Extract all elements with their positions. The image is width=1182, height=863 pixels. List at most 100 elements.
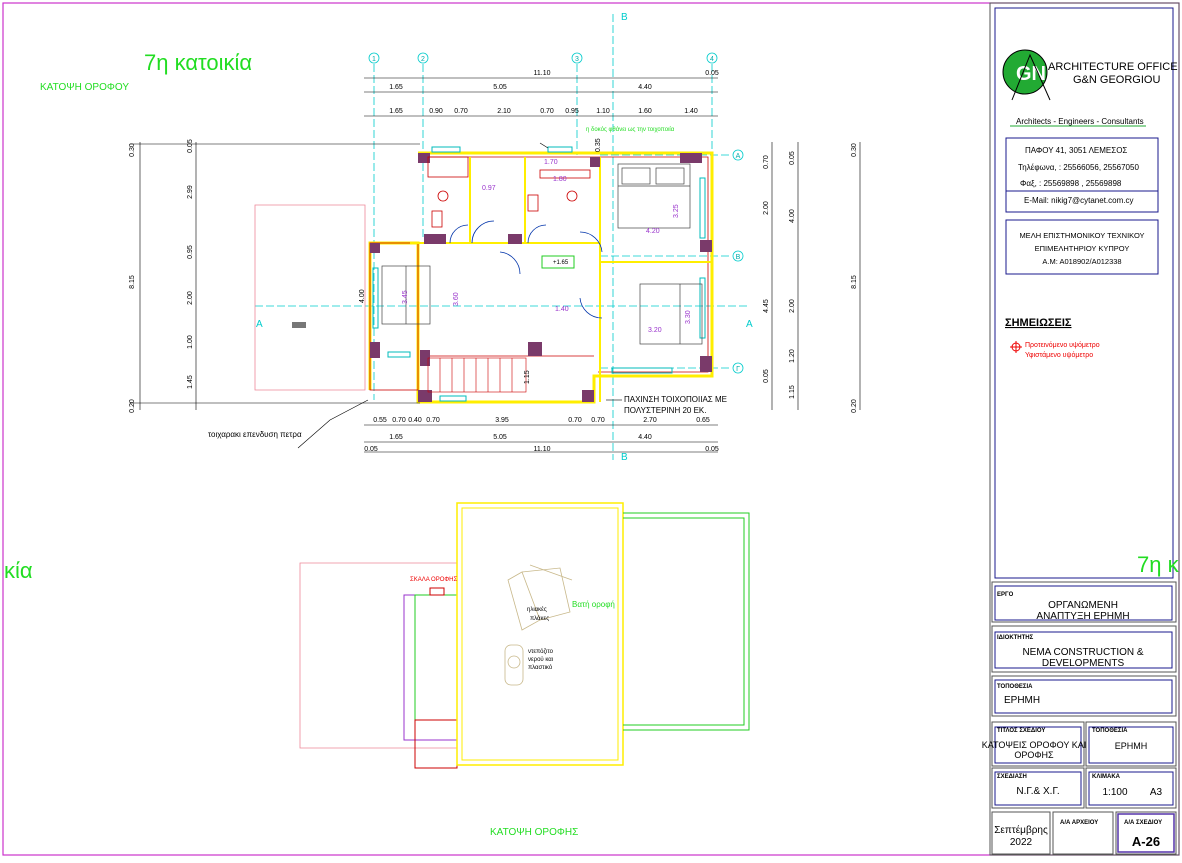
dim-top-b5: 0.70	[540, 108, 554, 115]
dim-top-a3: 4.40	[638, 84, 652, 91]
grid-label-4: 4	[710, 56, 714, 63]
dim-top-b3: 0.70	[454, 108, 468, 115]
location2-label: ΤΟΠΟΘΕΣΙΑ	[1092, 728, 1128, 734]
room-dim-13: 0.35	[595, 138, 602, 152]
dim-top-b9: 1.40	[684, 108, 698, 115]
dim-left-a2: 8.15	[129, 275, 136, 289]
dim-right-c3: 0.20	[851, 399, 858, 413]
location-value: ΕΡΗΜΗ	[1004, 695, 1040, 706]
dim-bot-end-2: 0.05	[705, 446, 719, 453]
dim-right-b2: 4.00	[789, 209, 796, 223]
level-symbol-icon	[1010, 341, 1022, 353]
dim-top-b8: 1.60	[638, 108, 652, 115]
dim-top-a2: 5.05	[493, 84, 507, 91]
roof-plan-label: ΚΑΤΟΨΗ ΟΡΟΦΗΣ	[490, 827, 578, 838]
title-block: GN ARCHITECTURE OFFICE G&N GEORGIOU Arch…	[982, 2, 1180, 856]
dim-left-b6: 1.45	[187, 375, 194, 389]
roof-tank-2: νερού και	[528, 657, 554, 663]
dim-bot-a1: 0.55	[373, 417, 387, 424]
beds	[381, 163, 703, 345]
dim-bot-b1: 1.65	[389, 434, 403, 441]
bathroom-fixtures	[427, 156, 591, 228]
note-proposed: Προτεινόμενο υψόμετρο	[1025, 341, 1100, 349]
dim-left-a3: 0.20	[129, 399, 136, 413]
room-dim-8: 1.40	[555, 306, 569, 313]
dim-left-a1: 0.30	[129, 143, 136, 157]
project-line-1: ΟΡΓΑΝΩΜΕΝΗ	[1048, 600, 1118, 611]
dim-bot-a9: 0.65	[696, 417, 710, 424]
section-b-top: B	[621, 12, 628, 23]
chamber-line-3: A.M: A018902/A012338	[1042, 257, 1121, 266]
owner-line-2: DEVELOPMENTS	[1042, 658, 1125, 669]
floor-plan-label: ΚΑΤΟΨΗ ΟΡΟΦΟΥ	[40, 82, 129, 93]
room-dim-9: 3.20	[648, 327, 662, 334]
room-dim-7: 3.60	[453, 292, 460, 306]
grid-lines	[255, 14, 748, 460]
owner-label: ΙΔΙΟΚΤΗΤΗΣ	[997, 635, 1034, 641]
project-label: ΕΡΓΟ	[997, 592, 1014, 598]
section-a-left: A	[256, 319, 263, 330]
dim-bot-end-1: 0.05	[364, 446, 378, 453]
dims-left	[130, 142, 420, 410]
room-dim-2: 1.70	[544, 159, 558, 166]
stairs	[427, 357, 527, 393]
unit-tag: 7η κ	[1137, 552, 1180, 577]
roof-flat-label: Βατή οροφή	[572, 600, 615, 609]
roof-stair-label: ΣΚΑΛΑ ΟΡΟΦΗΣ	[410, 577, 458, 583]
dim-top-b1: 1.65	[389, 108, 403, 115]
section-a-right: A	[746, 319, 753, 330]
dim-top-a4: 0.05	[705, 70, 719, 77]
grid-label-1: 1	[372, 56, 376, 63]
dim-left-b1: 0.05	[187, 139, 194, 153]
grid-label-3: 3	[575, 56, 579, 63]
dim-bot-b3: 4.40	[638, 434, 652, 441]
dim-bot-a8: 2.70	[643, 417, 657, 424]
notes-heading: ΣΗΜΕΙΩΣΕΙΣ	[1005, 317, 1072, 329]
sheet-no-value: A-26	[1132, 834, 1160, 849]
dim-top-total: 11.10	[534, 70, 551, 77]
room-dim-10: 3.30	[685, 310, 692, 324]
drawn-value: Ν.Γ.& Χ.Γ.	[1016, 786, 1059, 797]
dim-top-b6: 0.95	[565, 108, 579, 115]
grid-row-b: B	[736, 254, 741, 261]
drawing-sheet: GN ARCHITECTURE OFFICE G&N GEORGIOU Arch…	[0, 0, 1182, 858]
office-tagline: Architects - Engineers - Consultants	[1016, 117, 1144, 126]
section-b-bottom: B	[621, 452, 628, 463]
dim-bot-a7: 0.70	[591, 417, 605, 424]
dim-right-c1: 0.30	[851, 143, 858, 157]
date-line-1: Σεπτέμβρης	[994, 824, 1048, 836]
columns	[370, 153, 712, 402]
floor-plan: 7η κατοικία ΚΑΤΟΨΗ ΟΡΟΦΟΥ κία 1 2 3 4 A …	[4, 12, 861, 583]
note-stone-wall: τοιχαρακι επενδυση πετρα	[208, 430, 302, 439]
roof-solar-1: ηλιακές	[527, 606, 547, 613]
dim-top-b4: 2.10	[497, 108, 511, 115]
roof-tank-3: πλαστικό	[528, 664, 553, 671]
terrace-outline	[254, 204, 366, 391]
drawing-canvas: GN ARCHITECTURE OFFICE G&N GEORGIOU Arch…	[2, 2, 1180, 856]
dim-left-b4: 2.00	[187, 291, 194, 305]
room-dim-11: 1.15	[524, 370, 531, 384]
dim-top-b2: 0.90	[429, 108, 443, 115]
dim-right-a1: 0.70	[763, 155, 770, 169]
drawing-title-line-1: ΚΑΤΟΨΕΙΣ ΟΡΟΦΟΥ ΚΑΙ	[982, 740, 1087, 750]
drawn-label: ΣΧΕΔΙΑΣΗ	[997, 774, 1027, 780]
office-name-1: ARCHITECTURE OFFICE	[1048, 61, 1178, 73]
dim-top-a1: 1.65	[389, 84, 403, 91]
note-wall-2: ΠΟΛΥΣΤΕΡΙΝΗ 20 ΕΚ.	[624, 406, 706, 415]
dim-right-a4: 0.05	[763, 369, 770, 383]
location-label: ΤΟΠΟΘΕΣΙΑ	[997, 684, 1033, 690]
room-dim-1: 0.97	[482, 185, 496, 192]
dim-bot-a5: 3.95	[495, 417, 509, 424]
scale-label: ΚΛΙΜΑΚΑ	[1092, 774, 1121, 780]
room-dim-6: 3.45	[402, 290, 409, 304]
date-line-2: 2022	[1010, 837, 1033, 848]
note-existing: Υφιστάμενο υψόμετρο	[1025, 351, 1093, 359]
dim-left-b3: 0.95	[187, 245, 194, 259]
unit-title: 7η κατοικία	[144, 50, 252, 75]
location2-value: ΕΡΗΜΗ	[1115, 741, 1148, 751]
water-tank-icon	[504, 644, 524, 686]
drawing-title-label: ΤΙΤΛΟΣ ΣΧΕΔΙΟΥ	[997, 728, 1045, 734]
chamber-line-1: ΜΕΛΗ ΕΠΙΣΤΗΜΟΝΙΚΟΥ ΤΕΧΝΙΚΟΥ	[1019, 231, 1144, 240]
roof-tank-1: ντεπόζιτο	[528, 648, 554, 655]
paper-size: A3	[1150, 787, 1163, 798]
